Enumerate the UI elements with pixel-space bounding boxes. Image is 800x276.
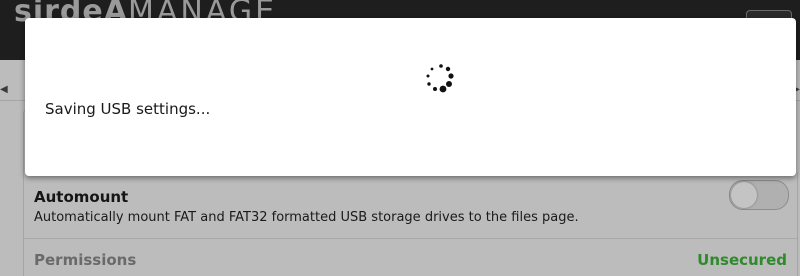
automount-title: Automount [34,188,129,206]
setting-row-automount: Automount Automatically mount FAT and FA… [24,172,797,239]
usb-settings-card: Automount Automatically mount FAT and FA… [23,172,798,276]
automount-toggle[interactable] [729,180,789,210]
loading-spinner-icon [426,64,454,93]
saving-dialog: Saving USB settings... [25,18,796,176]
permissions-label: Permissions [34,251,137,269]
automount-description: Automatically mount FAT and FAT32 format… [34,210,579,225]
toggle-knob [731,182,757,208]
setting-row-permissions: Permissions Unsecured [24,239,797,276]
saving-message: Saving USB settings... [45,100,211,118]
chevron-left-icon[interactable]: ◀ [0,84,8,95]
permissions-status: Unsecured [697,251,787,269]
